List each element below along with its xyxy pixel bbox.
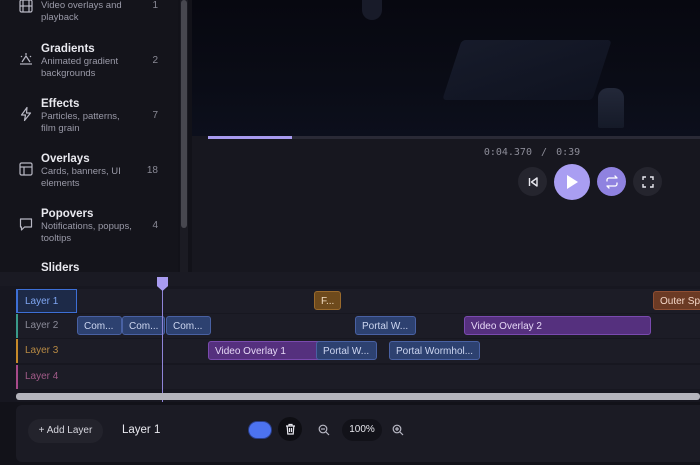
sidebar-item-title: Sliders	[41, 262, 80, 272]
sidebar-item-title: Gradients	[41, 43, 95, 55]
repeat-icon	[605, 174, 618, 189]
timeline-clip[interactable]: Portal W...	[316, 341, 377, 360]
skip-back-button[interactable]	[518, 167, 547, 196]
sidebar-item-sliders[interactable]: Sliders	[0, 261, 170, 272]
sidebar-item-title: Overlays	[41, 153, 90, 165]
sidebar-item-gradients[interactable]: Gradients Animated gradient backgrounds …	[0, 42, 170, 82]
skip-back-icon	[528, 176, 538, 187]
timeline-track: Layer 1 F... Outer Sp	[16, 289, 700, 313]
sidebar-item-desc: Video overlays and playback	[41, 0, 122, 23]
track-lane[interactable]	[16, 289, 700, 313]
sidebar-item-overlays[interactable]: Overlays Cards, banners, UI elements 18	[0, 152, 170, 192]
track-label-layer-1[interactable]: Layer 1	[16, 289, 77, 313]
app-root: Video overlays and playback 1 Gradients …	[0, 0, 700, 465]
sidebar-item-count: 18	[146, 165, 158, 176]
sidebar-scrollbar[interactable]	[180, 0, 188, 272]
sidebar-item-count: 7	[152, 110, 158, 121]
zoom-level[interactable]: 100%	[342, 419, 382, 441]
timeline: Layer 1 F... Outer Sp Layer 2 Com... Com…	[0, 272, 700, 402]
timeline-track: Layer 2 Com... Com... Com... Portal W...…	[16, 314, 700, 338]
layer-toolbar: + Add Layer Layer 1 100%	[16, 405, 700, 462]
layer-visibility-toggle[interactable]	[249, 422, 271, 438]
timeline-ruler[interactable]	[0, 272, 700, 286]
delete-layer-button[interactable]	[278, 417, 302, 441]
timeline-clip[interactable]: Com...	[166, 316, 211, 335]
trash-icon	[285, 423, 295, 435]
play-button[interactable]	[554, 164, 590, 200]
zoom-in-button[interactable]	[392, 423, 404, 441]
zoom-out-icon	[318, 424, 330, 436]
timeline-clip[interactable]: Video Overlay 1	[208, 341, 328, 360]
timeline-clip[interactable]: Video Overlay 2	[464, 316, 651, 335]
time-separator: /	[541, 147, 548, 158]
sidebar-item-title: Popovers	[41, 208, 94, 220]
gradient-icon	[18, 51, 34, 67]
track-label-layer-3[interactable]: Layer 3	[16, 339, 77, 363]
timeline-clip[interactable]: Outer Sp	[653, 291, 700, 310]
sidebar-item-desc: Cards, banners, UI elements	[41, 166, 121, 189]
playback-progress-fill	[208, 136, 292, 139]
current-time: 0:04.370	[483, 147, 532, 158]
selected-layer-name: Layer 1	[122, 424, 161, 436]
timeline-clip[interactable]: Com...	[122, 316, 165, 335]
timeline-clip[interactable]: Portal Wormhol...	[389, 341, 480, 360]
fullscreen-icon	[641, 175, 654, 188]
sidebar-item-popovers[interactable]: Popovers Notifications, popups, tooltips…	[0, 207, 170, 247]
zoom-out-button[interactable]	[318, 423, 330, 441]
play-icon	[567, 175, 578, 189]
add-layer-button[interactable]: + Add Layer	[28, 419, 103, 443]
lightning-icon	[18, 106, 34, 122]
track-lane[interactable]	[16, 365, 700, 389]
sidebar-item-title: Effects	[41, 98, 80, 110]
sidebar-item-video[interactable]: Video overlays and playback 1	[0, 0, 170, 28]
timeline-clip[interactable]: F...	[314, 291, 341, 310]
preview-object	[362, 0, 382, 20]
sidebar-item-desc: Notifications, popups, tooltips	[41, 221, 132, 244]
sidebar-item-count: 1	[152, 0, 158, 11]
component-sidebar: Video overlays and playback 1 Gradients …	[0, 0, 178, 272]
total-duration: 0:39	[556, 147, 581, 158]
sidebar-item-effects[interactable]: Effects Particles, patterns, film grain …	[0, 97, 170, 137]
layout-icon	[18, 161, 34, 177]
track-label-layer-2[interactable]: Layer 2	[16, 314, 77, 338]
zoom-in-icon	[392, 424, 404, 436]
timeline-scrollbar[interactable]	[16, 393, 700, 400]
timeline-clip[interactable]: Portal W...	[355, 316, 416, 335]
preview-object	[598, 88, 624, 128]
sidebar-item-count: 2	[152, 55, 158, 66]
timeline-track: Layer 4	[16, 365, 700, 389]
video-preview[interactable]	[192, 0, 700, 136]
timeline-scroll-thumb[interactable]	[16, 393, 700, 400]
timecode: 0:04.370 / 0:39	[192, 147, 700, 158]
video-player: 0:04.370 / 0:39	[192, 0, 700, 272]
sidebar-item-desc: Animated gradient backgrounds	[41, 56, 119, 79]
sidebar-item-count: 4	[152, 220, 158, 231]
message-icon	[18, 216, 34, 232]
loop-button[interactable]	[597, 167, 626, 196]
playhead-line	[162, 280, 163, 402]
sidebar-scroll-thumb[interactable]	[181, 0, 187, 228]
sidebar-item-desc: Particles, patterns, film grain	[41, 111, 120, 134]
film-icon	[18, 0, 34, 14]
preview-object	[442, 40, 612, 100]
timeline-track: Layer 3 Video Overlay 1 Portal W... Port…	[16, 339, 700, 363]
timeline-clip[interactable]: Com...	[77, 316, 122, 335]
track-label-layer-4[interactable]: Layer 4	[16, 365, 77, 389]
playback-progress-bar[interactable]	[208, 136, 700, 139]
fullscreen-button[interactable]	[633, 167, 662, 196]
